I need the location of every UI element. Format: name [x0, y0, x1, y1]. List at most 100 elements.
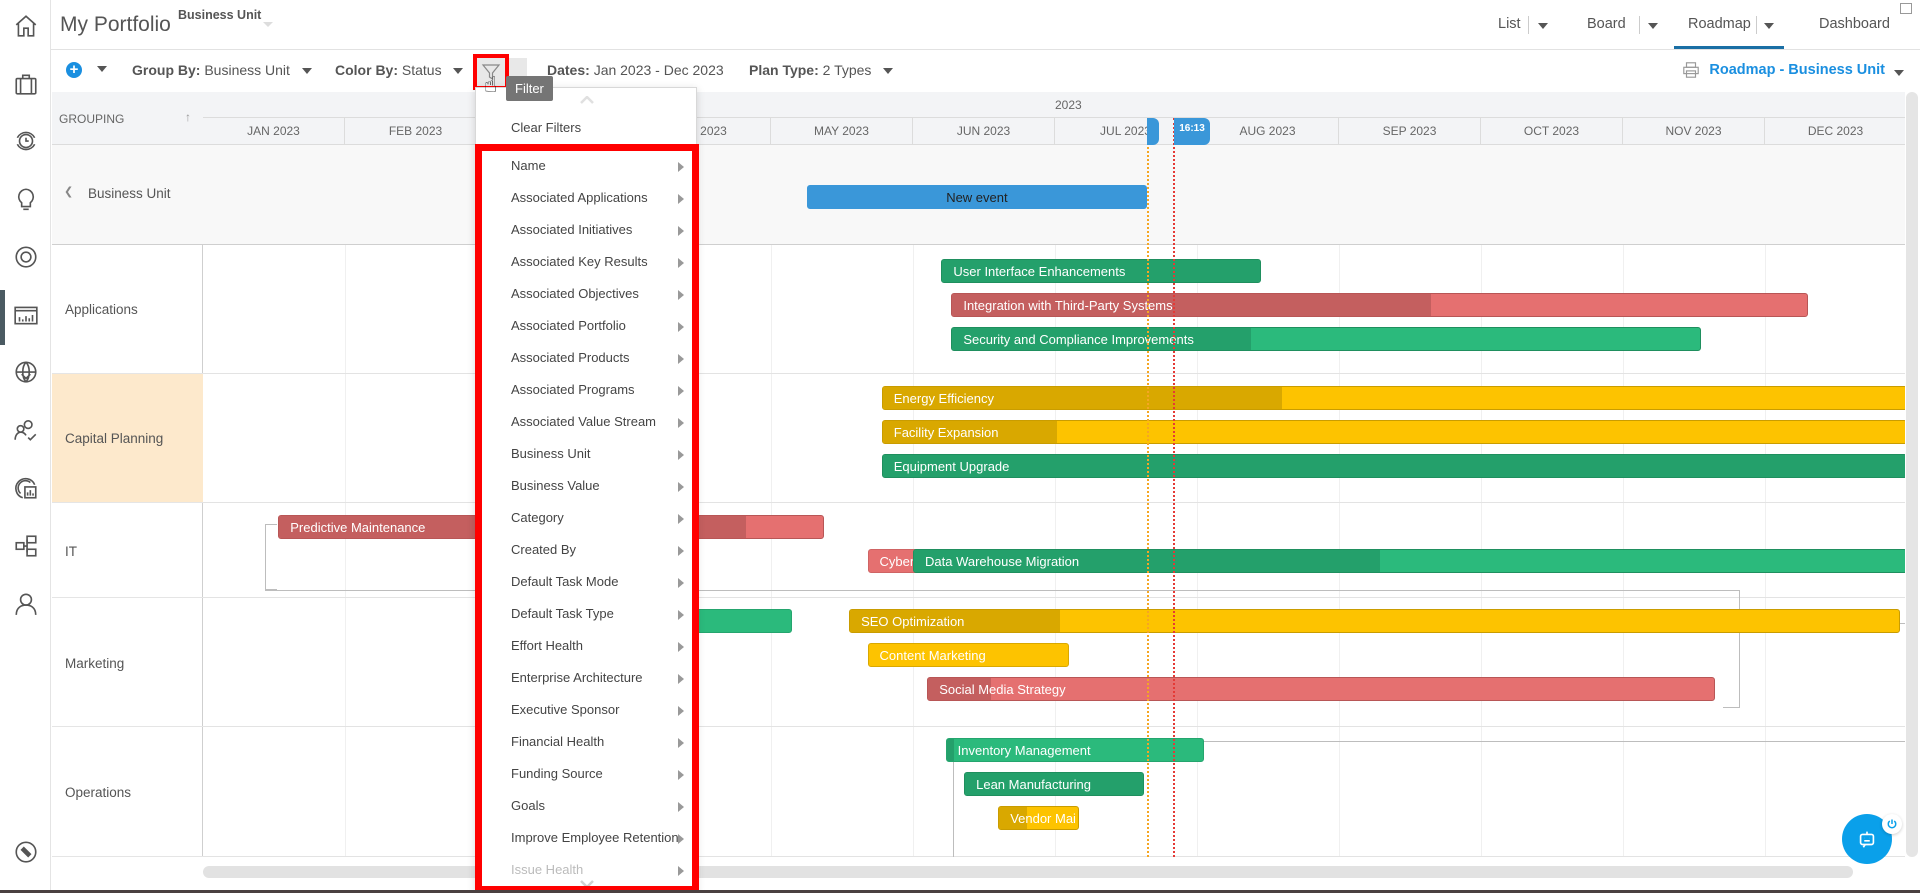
power-icon[interactable] — [1882, 814, 1902, 834]
sidebar — [0, 0, 51, 893]
bar-label: Equipment Upgrade — [893, 459, 1010, 474]
filter-menu-item[interactable]: Associated Products — [476, 342, 698, 374]
clear-filters-menu-item[interactable]: Clear Filters — [511, 120, 581, 135]
roadmap-bar[interactable]: Data Warehouse Migration — [913, 549, 1905, 573]
filter-menu-item[interactable]: Business Value — [476, 470, 698, 502]
today-marker-red — [1173, 118, 1175, 857]
group-row-operations[interactable]: Operations — [52, 727, 203, 857]
group-selector-label[interactable]: Business Unit — [178, 8, 261, 22]
tab-list[interactable]: List — [1498, 16, 1521, 32]
filter-menu-item[interactable]: Business Unit — [476, 438, 698, 470]
group-by-label: Group By: — [132, 62, 201, 78]
roadmap-bar[interactable]: Vendor Mai — [998, 806, 1080, 830]
scroll-down-chevron-icon[interactable] — [580, 880, 594, 888]
roadmap-bar[interactable]: Integration with Third-Party Systems — [951, 293, 1808, 317]
caret-down-icon[interactable] — [1894, 70, 1904, 76]
filter-menu-item[interactable]: Enterprise Architecture — [476, 662, 698, 694]
filter-menu-item[interactable]: Improve Employee Retention — [476, 822, 698, 854]
filter-menu-item[interactable]: Financial Health — [476, 726, 698, 758]
scroll-up-chevron-icon[interactable] — [580, 96, 594, 104]
month-header-cell: NOV 2023 — [1623, 118, 1765, 145]
today-tag-left — [1147, 118, 1159, 145]
filter-menu-item[interactable]: Default Task Type — [476, 598, 698, 630]
lightbulb-icon[interactable] — [12, 185, 40, 213]
filter-menu-item[interactable]: Created By — [476, 534, 698, 566]
bar-label: Lean Manufacturing — [976, 777, 1092, 792]
filter-menu-item[interactable]: Associated Programs — [476, 374, 698, 406]
roadmap-bar[interactable]: SEO Optimization — [849, 609, 1900, 633]
roadmap-bar[interactable]: Facility Expansion — [881, 420, 1905, 444]
filter-dropdown-menu: Clear Filters Name Associated Application… — [475, 87, 697, 893]
roadmap-bar[interactable]: Energy Efficiency — [881, 386, 1905, 410]
submenu-arrow-icon — [678, 866, 684, 876]
dates-selector[interactable]: Dates: Jan 2023 - Dec 2023 — [547, 62, 724, 78]
filter-menu-item[interactable]: Associated Portfolio — [476, 310, 698, 342]
list-menu-caret-icon[interactable] — [1538, 23, 1548, 29]
group-row-applications[interactable]: Applications — [52, 245, 203, 374]
add-button[interactable]: + — [66, 62, 82, 78]
briefcase-icon[interactable] — [12, 70, 40, 98]
roadmap-bar[interactable]: Social Media Strategy — [927, 677, 1716, 701]
filter-menu-item[interactable]: Goals — [476, 790, 698, 822]
horizontal-scrollbar[interactable] — [203, 866, 1853, 878]
users-check-icon[interactable] — [12, 416, 40, 444]
filter-menu-item[interactable]: Associated Value Stream — [476, 406, 698, 438]
roadmap-bar[interactable]: New event — [806, 185, 1148, 209]
expand-icon[interactable] — [1900, 3, 1912, 14]
roadmap-bar[interactable]: Security and Compliance Improvements — [951, 327, 1702, 351]
color-by-selector[interactable]: Color By: Status — [335, 62, 464, 78]
filter-menu-item[interactable]: Associated Key Results — [476, 246, 698, 278]
roadmap-bar[interactable]: Content Marketing — [867, 643, 1070, 667]
board-menu-caret-icon[interactable] — [1648, 23, 1658, 29]
vertical-scrollbar[interactable] — [1906, 92, 1918, 857]
tab-board[interactable]: Board — [1587, 16, 1626, 32]
filter-menu-item[interactable]: Name — [476, 150, 698, 182]
tab-roadmap[interactable]: Roadmap — [1688, 16, 1751, 32]
group-row-marketing[interactable]: Marketing — [52, 598, 203, 727]
submenu-arrow-icon — [678, 674, 684, 684]
plan-type-selector[interactable]: Plan Type: 2 Types — [749, 62, 894, 78]
filter-menu-item[interactable]: Associated Initiatives — [476, 214, 698, 246]
group-row-business-unit[interactable]: ❮ Business Unit — [52, 145, 203, 245]
sort-arrow-up-icon[interactable]: ↑ — [185, 110, 191, 124]
filter-menu-item[interactable]: Associated Applications — [476, 182, 698, 214]
globe-icon[interactable] — [12, 358, 40, 386]
plan-type-value: 2 Types — [822, 62, 872, 78]
filter-menu-item[interactable]: Default Task Mode — [476, 566, 698, 598]
filter-menu-item[interactable]: Effort Health — [476, 630, 698, 662]
compass-icon[interactable] — [12, 838, 40, 866]
caret-down-icon — [883, 68, 894, 75]
roadmap-bar[interactable]: User Interface Enhancements — [941, 259, 1261, 283]
hierarchy-icon[interactable] — [12, 532, 40, 560]
roadmap-bar[interactable] — [685, 609, 793, 633]
filter-menu-item[interactable]: Category — [476, 502, 698, 534]
group-row-it[interactable]: IT — [52, 503, 203, 598]
target-icon[interactable] — [12, 243, 40, 271]
month-header-cell: DEC 2023 — [1765, 118, 1905, 145]
roadmap-bar[interactable]: Equipment Upgrade — [881, 454, 1905, 478]
hand-cursor-icon: ☝ — [484, 72, 498, 97]
group-by-selector[interactable]: Group By: Business Unit — [132, 62, 312, 78]
menu-item-label: Associated Objectives — [511, 286, 639, 301]
home-icon[interactable] — [12, 12, 40, 40]
tab-dashboard[interactable]: Dashboard — [1819, 16, 1890, 32]
roadmap-menu-caret-icon[interactable] — [1764, 23, 1774, 29]
roadmap-bar[interactable]: Lean Manufacturing — [964, 772, 1145, 796]
print-icon[interactable] — [1682, 61, 1700, 79]
timer-icon[interactable] — [12, 127, 40, 155]
menu-item-label: Financial Health — [511, 734, 605, 749]
filter-menu-item[interactable]: Funding Source — [476, 758, 698, 790]
user-icon[interactable] — [12, 590, 40, 618]
group-row-capital-planning[interactable]: Capital Planning — [52, 374, 203, 503]
menu-item-label: Created By — [511, 542, 577, 557]
filter-menu-item[interactable]: Associated Objectives — [476, 278, 698, 310]
grouping-header[interactable]: GROUPING ↑ — [52, 92, 203, 145]
add-menu-caret[interactable] — [89, 60, 107, 76]
roadmap-chart-icon[interactable] — [12, 301, 40, 329]
chevron-down-icon[interactable]: ❮ — [64, 185, 73, 198]
saved-view-selector[interactable]: Roadmap - Business Unit — [1709, 62, 1885, 78]
chevron-down-icon[interactable] — [263, 22, 273, 27]
roadmap-bar[interactable]: Inventory Management — [945, 738, 1205, 762]
report-icon[interactable] — [12, 474, 40, 502]
filter-menu-item[interactable]: Executive Sponsor — [476, 694, 698, 726]
